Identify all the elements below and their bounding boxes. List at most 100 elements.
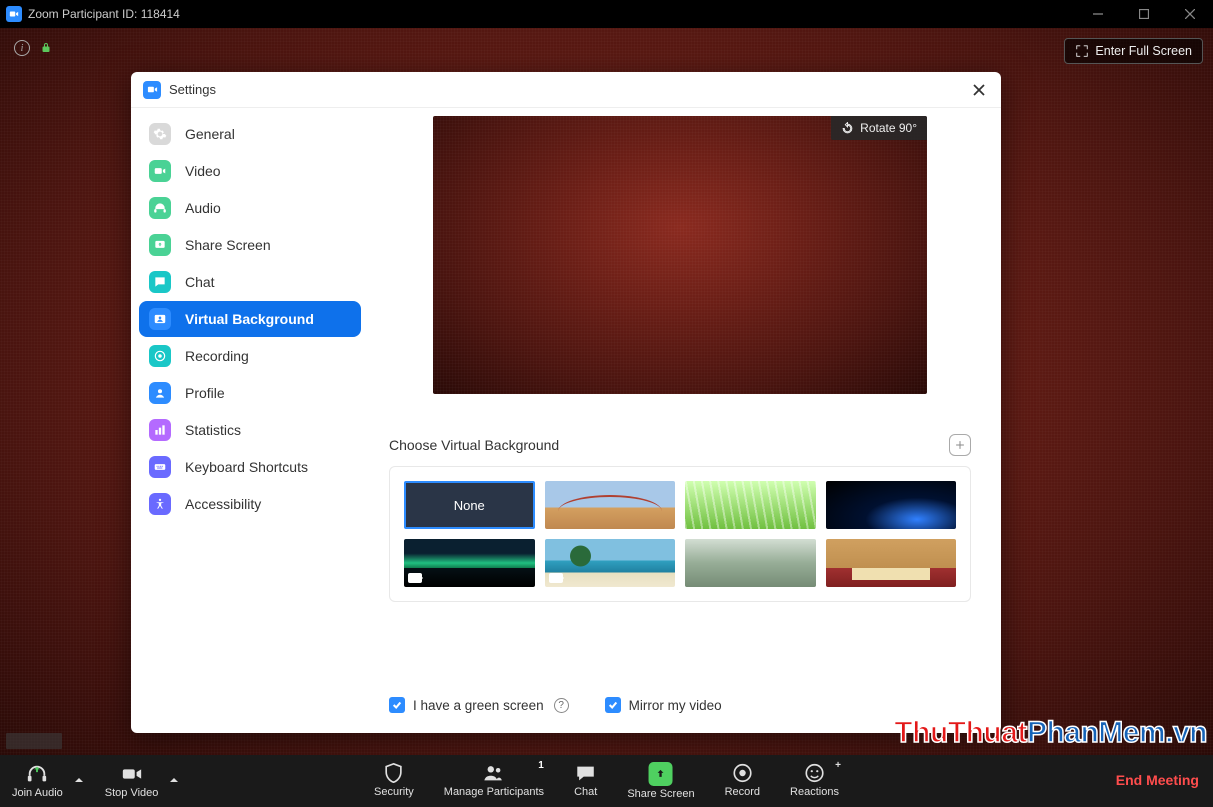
video-preview: Rotate 90° <box>433 116 927 394</box>
settings-sidebar: General Video Audio Share Screen Chat <box>131 108 369 733</box>
record-icon <box>731 762 753 784</box>
sidebar-item-share-screen[interactable]: Share Screen <box>139 227 361 263</box>
audio-options-caret[interactable] <box>71 775 87 801</box>
stop-video-label: Stop Video <box>105 787 159 799</box>
video-icon <box>549 573 563 583</box>
window-maximize-button[interactable] <box>1121 0 1167 28</box>
video-icon <box>121 763 143 785</box>
sidebar-item-recording[interactable]: Recording <box>139 338 361 374</box>
recording-indicator <box>6 733 62 749</box>
video-options-caret[interactable] <box>166 775 182 801</box>
chat-icon <box>149 271 171 293</box>
vbg-thumb-bridge[interactable] <box>545 481 676 529</box>
mirror-video-checkbox[interactable]: Mirror my video <box>605 697 722 713</box>
end-meeting-button[interactable]: End Meeting <box>1116 772 1199 788</box>
green-screen-checkbox[interactable]: I have a green screen ? <box>389 697 569 713</box>
share-arrow-icon <box>649 762 673 786</box>
sidebar-item-keyboard-shortcuts[interactable]: Keyboard Shortcuts <box>139 449 361 485</box>
profile-icon <box>149 382 171 404</box>
reactions-icon <box>804 762 826 784</box>
window-titlebar: Zoom Participant ID: 118414 <box>0 0 1213 28</box>
vbg-thumb-space[interactable] <box>826 481 957 529</box>
share-screen-label: Share Screen <box>627 788 694 800</box>
participants-icon <box>483 762 505 784</box>
recording-icon <box>149 345 171 367</box>
sidebar-item-label: Audio <box>185 200 221 216</box>
fullscreen-label: Enter Full Screen <box>1095 44 1192 58</box>
chat-button[interactable]: Chat <box>568 760 603 802</box>
headphones-icon <box>149 197 171 219</box>
sidebar-item-accessibility[interactable]: Accessibility <box>139 486 361 522</box>
mirror-video-label: Mirror my video <box>629 698 722 713</box>
zoom-app-icon <box>6 6 22 22</box>
video-icon <box>408 573 422 583</box>
shield-icon <box>383 762 405 784</box>
meeting-info-icon[interactable]: i <box>14 40 30 56</box>
headphones-icon <box>26 763 48 785</box>
sidebar-item-label: Accessibility <box>185 496 261 512</box>
join-audio-button[interactable]: Join Audio <box>6 761 69 801</box>
sidebar-item-label: Chat <box>185 274 215 290</box>
participants-badge: 1 <box>534 758 548 772</box>
sidebar-item-label: Recording <box>185 348 249 364</box>
reactions-label: Reactions <box>790 786 839 798</box>
encryption-lock-icon[interactable] <box>38 40 54 56</box>
meeting-viewport: i Enter Full Screen Settings General <box>0 28 1213 755</box>
share-screen-icon <box>149 234 171 256</box>
meeting-toolbar: Join Audio Stop Video Security 1 Manage … <box>0 755 1213 807</box>
sidebar-item-virtual-background[interactable]: Virtual Background <box>139 301 361 337</box>
record-label: Record <box>725 786 760 798</box>
sidebar-item-label: Statistics <box>185 422 241 438</box>
vbg-thumb-none[interactable]: None <box>404 481 535 529</box>
sidebar-item-statistics[interactable]: Statistics <box>139 412 361 448</box>
keyboard-icon <box>149 456 171 478</box>
vbg-thumb-forest[interactable] <box>685 539 816 587</box>
record-button[interactable]: Record <box>719 760 766 802</box>
add-background-button[interactable] <box>949 434 971 456</box>
sidebar-item-video[interactable]: Video <box>139 153 361 189</box>
sidebar-item-label: Virtual Background <box>185 311 314 327</box>
zoom-icon <box>143 81 161 99</box>
vbg-thumbnails: None <box>389 466 971 602</box>
share-screen-button[interactable]: Share Screen <box>621 760 700 802</box>
choose-vbg-label: Choose Virtual Background <box>389 437 559 453</box>
accessibility-icon <box>149 493 171 515</box>
chat-icon <box>575 762 597 784</box>
manage-participants-button[interactable]: 1 Manage Participants <box>438 760 550 802</box>
rotate-label: Rotate 90° <box>860 121 917 135</box>
sidebar-item-profile[interactable]: Profile <box>139 375 361 411</box>
security-label: Security <box>374 786 414 798</box>
statistics-icon <box>149 419 171 441</box>
settings-panel: Rotate 90° Choose Virtual Background Non… <box>369 108 1001 733</box>
window-close-button[interactable] <box>1167 0 1213 28</box>
sidebar-item-label: General <box>185 126 235 142</box>
security-button[interactable]: Security <box>368 760 420 802</box>
sidebar-item-label: Video <box>185 163 221 179</box>
rotate-90-button[interactable]: Rotate 90° <box>831 116 927 140</box>
sidebar-item-audio[interactable]: Audio <box>139 190 361 226</box>
vbg-thumb-beach[interactable] <box>545 539 676 587</box>
plus-icon: + <box>835 760 841 771</box>
stop-video-button[interactable]: Stop Video <box>99 761 165 801</box>
sidebar-item-chat[interactable]: Chat <box>139 264 361 300</box>
vbg-none-label: None <box>454 498 485 513</box>
sidebar-item-general[interactable]: General <box>139 116 361 152</box>
window-minimize-button[interactable] <box>1075 0 1121 28</box>
green-screen-label: I have a green screen <box>413 698 544 713</box>
window-title: Zoom Participant ID: 118414 <box>28 7 180 21</box>
join-audio-label: Join Audio <box>12 787 63 799</box>
manage-participants-label: Manage Participants <box>444 786 544 798</box>
video-icon <box>149 160 171 182</box>
vbg-thumb-aurora[interactable] <box>404 539 535 587</box>
reactions-button[interactable]: + Reactions <box>784 760 845 802</box>
enter-fullscreen-button[interactable]: Enter Full Screen <box>1064 38 1203 64</box>
settings-title: Settings <box>169 82 216 97</box>
virtual-background-icon <box>149 308 171 330</box>
settings-dialog: Settings General Video Audio <box>131 72 1001 733</box>
vbg-thumb-hall[interactable] <box>826 539 957 587</box>
help-icon[interactable]: ? <box>554 698 569 713</box>
settings-close-button[interactable] <box>969 80 989 100</box>
vbg-thumb-grass[interactable] <box>685 481 816 529</box>
chat-label: Chat <box>574 786 597 798</box>
gear-icon <box>149 123 171 145</box>
